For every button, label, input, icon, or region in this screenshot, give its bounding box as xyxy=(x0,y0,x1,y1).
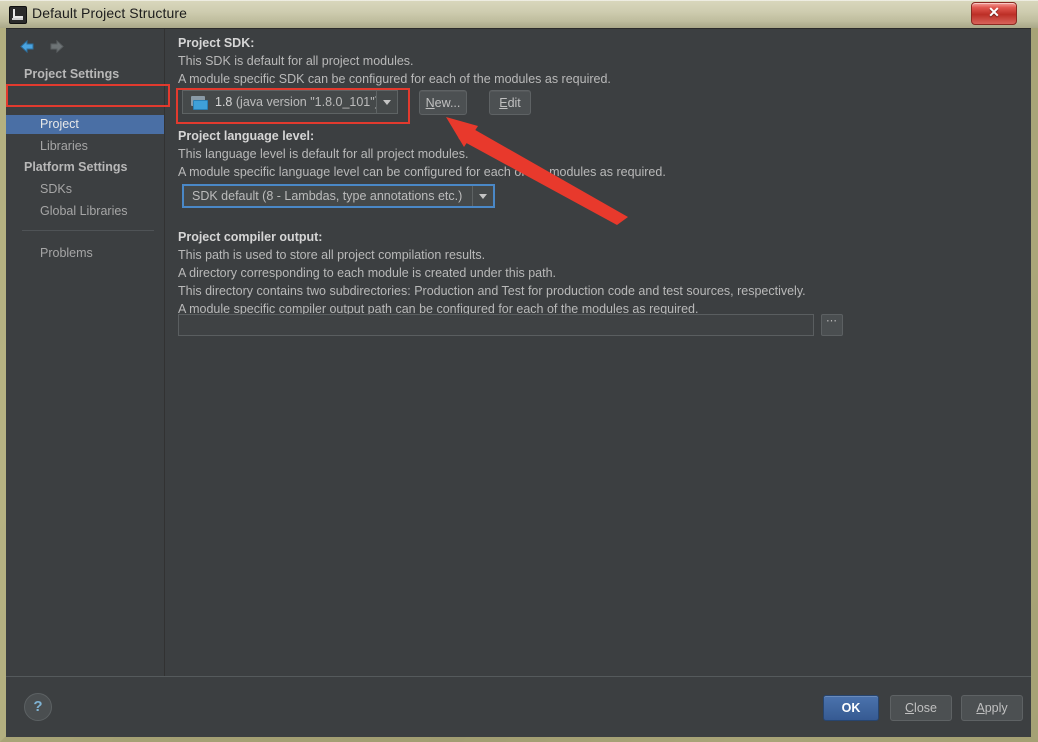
compiler-output-desc-1: This path is used to store all project c… xyxy=(178,248,486,262)
compiler-output-path-input[interactable] xyxy=(178,314,814,336)
apply-button-mnemonic: A xyxy=(976,701,985,715)
ok-button[interactable]: OK xyxy=(823,695,879,721)
window-title: Default Project Structure xyxy=(32,5,188,21)
language-level-value: SDK default (8 - Lambdas, type annotatio… xyxy=(192,189,463,203)
browse-folder-button[interactable]: ⋯ xyxy=(821,314,843,336)
sidebar-divider xyxy=(22,230,154,231)
new-sdk-button-label: ew... xyxy=(434,95,461,110)
settings-sidebar: Project Settings Project Libraries Platf… xyxy=(6,29,165,676)
project-sdk-combobox[interactable]: 1.8 (java version "1.8.0_101") xyxy=(182,90,398,114)
apply-button[interactable]: Apply xyxy=(961,695,1023,721)
project-sdk-title: Project SDK: xyxy=(178,36,255,50)
chevron-down-icon[interactable] xyxy=(472,186,493,206)
new-sdk-button-mnemonic: N xyxy=(425,95,435,110)
edit-sdk-button[interactable]: Edit xyxy=(489,90,531,115)
sidebar-navigation-toolbar xyxy=(14,35,154,59)
arrow-right-icon xyxy=(46,38,66,56)
chevron-down-icon[interactable] xyxy=(376,91,397,113)
close-icon: ✕ xyxy=(988,4,1000,20)
close-button[interactable]: Close xyxy=(890,695,952,721)
close-button-mnemonic: C xyxy=(905,701,915,715)
sidebar-item-problems[interactable]: Problems xyxy=(6,244,164,263)
project-sdk-desc-1: This SDK is default for all project modu… xyxy=(178,54,414,68)
compiler-output-title: Project compiler output: xyxy=(178,230,323,244)
sidebar-item-global-libraries[interactable]: Global Libraries xyxy=(6,202,164,221)
project-sdk-value: 1.8 (java version "1.8.0_101") xyxy=(207,95,376,109)
language-level-title: Project language level: xyxy=(178,129,315,143)
project-settings-panel: Project SDK: This SDK is default for all… xyxy=(165,29,1031,676)
apply-button-label: pply xyxy=(984,701,1008,715)
project-structure-dialog: Project Settings Project Libraries Platf… xyxy=(6,28,1031,737)
dialog-footer: ? OK Close Apply xyxy=(6,677,1031,737)
arrow-left-icon[interactable] xyxy=(18,38,38,56)
compiler-output-desc-3: This directory contains two subdirectori… xyxy=(178,284,806,298)
sidebar-item-sdks[interactable]: SDKs xyxy=(6,180,164,199)
language-level-desc-2: A module specific language level can be … xyxy=(178,165,666,179)
help-button[interactable]: ? xyxy=(24,693,52,721)
close-button-label: lose xyxy=(914,701,937,715)
sidebar-section-platform-settings: Platform Settings xyxy=(24,160,128,174)
sidebar-item-project[interactable]: Project xyxy=(6,115,164,134)
sidebar-item-libraries[interactable]: Libraries xyxy=(6,137,164,156)
project-sdk-version: 1.8 xyxy=(215,95,233,109)
sidebar-section-project-settings: Project Settings xyxy=(24,67,120,81)
title-bar[interactable]: Default Project Structure ✕ xyxy=(0,0,1038,28)
sdk-folder-icon xyxy=(191,95,208,110)
language-level-combobox[interactable]: SDK default (8 - Lambdas, type annotatio… xyxy=(182,184,495,208)
edit-sdk-button-label: dit xyxy=(507,95,521,110)
project-sdk-desc-2: A module specific SDK can be configured … xyxy=(178,72,611,86)
compiler-output-desc-2: A directory corresponding to each module… xyxy=(178,266,556,280)
close-window-button[interactable]: ✕ xyxy=(971,2,1017,25)
edit-sdk-button-mnemonic: E xyxy=(499,95,508,110)
intellij-idea-icon xyxy=(9,6,27,24)
language-level-desc-1: This language level is default for all p… xyxy=(178,147,469,161)
screen: Default Project Structure ✕ Project Sett… xyxy=(0,0,1038,742)
project-sdk-detail: (java version "1.8.0_101") xyxy=(235,95,376,109)
new-sdk-button[interactable]: New... xyxy=(419,90,467,115)
